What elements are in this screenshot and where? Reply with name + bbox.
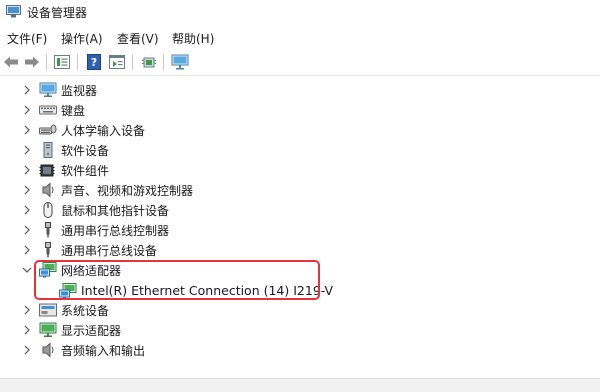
menu-help[interactable]: 帮助(H)	[172, 30, 214, 47]
chevron-down-icon[interactable]	[21, 264, 33, 276]
properties-button[interactable]	[52, 51, 72, 73]
tree-item-label: 人体学输入设备	[61, 124, 146, 138]
device-tree: 监视器 键盘 人体学输入设备 软件设备 软件组件 声音、视频和游戏控制器 鼠标和…	[0, 78, 600, 368]
usb-icon	[45, 222, 51, 238]
highlight-box	[34, 260, 320, 300]
menu-action[interactable]: 操作(A)	[61, 30, 103, 47]
chevron-right-icon[interactable]	[21, 304, 33, 316]
chevron-right-icon[interactable]	[21, 324, 33, 336]
title-bar: 设备管理器	[0, 0, 600, 24]
chevron-right-icon[interactable]	[21, 144, 33, 156]
tree-item-software-components[interactable]: 软件组件	[0, 160, 600, 180]
chevron-right-icon[interactable]	[21, 344, 33, 356]
tree-item-display-adapters[interactable]: 显示适配器	[0, 320, 600, 340]
chevron-right-icon[interactable]	[21, 84, 33, 96]
tree-item-hid[interactable]: 人体学输入设备	[0, 120, 600, 140]
tree-item-label: 软件设备	[61, 144, 110, 158]
toolbar-separator	[46, 54, 47, 70]
menu-view[interactable]: 查看(V)	[117, 30, 159, 47]
menu-file[interactable]: 文件(F)	[7, 30, 47, 47]
keyboard-icon	[39, 105, 57, 115]
display-adapter-icon	[39, 322, 57, 337]
back-button[interactable]	[1, 51, 21, 73]
tree-item-audio-io[interactable]: 音频输入和输出	[0, 340, 600, 360]
tree-item-keyboards[interactable]: 键盘	[0, 100, 600, 120]
tree-item-label: 通用串行总线控制器	[61, 224, 170, 238]
tree-item-label: 声音、视频和游戏控制器	[61, 184, 194, 198]
tree-item-label: 通用串行总线设备	[61, 244, 158, 258]
toolbar: ?	[0, 49, 600, 76]
view-icon	[109, 55, 125, 69]
back-icon	[4, 56, 18, 68]
software-device-icon	[43, 142, 53, 158]
usb-icon	[45, 242, 51, 258]
toolbar-separator	[163, 54, 164, 70]
view-button[interactable]	[107, 51, 127, 73]
chevron-right-icon[interactable]	[21, 164, 33, 176]
properties-icon	[54, 55, 70, 69]
tree-item-usb-controllers[interactable]: 通用串行总线控制器	[0, 220, 600, 240]
tree-item-usb-devices[interactable]: 通用串行总线设备	[0, 240, 600, 260]
monitor-icon	[171, 54, 189, 70]
chevron-right-icon[interactable]	[21, 124, 33, 136]
tree-item-label: 显示适配器	[61, 324, 122, 338]
monitor-button[interactable]	[170, 51, 190, 73]
menu-bar: 文件(F) 操作(A) 查看(V) 帮助(H)	[0, 27, 600, 49]
tree-item-label: 键盘	[61, 104, 86, 118]
help-icon: ?	[87, 54, 101, 70]
device-manager-icon	[6, 5, 21, 18]
chevron-right-icon[interactable]	[21, 244, 33, 256]
hid-icon	[39, 124, 57, 135]
toolbar-separator	[77, 54, 78, 70]
mouse-icon	[43, 202, 53, 218]
chevron-right-icon[interactable]	[21, 184, 33, 196]
tree-item-label: 鼠标和其他指针设备	[61, 204, 170, 218]
tree-item-monitors[interactable]: 监视器	[0, 80, 600, 100]
tree-item-label: 系统设备	[61, 304, 110, 318]
help-button[interactable]: ?	[84, 51, 104, 73]
tree-item-label: 软件组件	[61, 164, 110, 178]
scan-hardware-icon	[142, 57, 156, 68]
software-component-icon	[39, 164, 55, 177]
forward-button[interactable]	[22, 51, 42, 73]
speaker-icon	[42, 182, 54, 198]
scan-hardware-button[interactable]	[139, 51, 159, 73]
svg-text:?: ?	[91, 56, 97, 69]
tree-item-sound-video-game[interactable]: 声音、视频和游戏控制器	[0, 180, 600, 200]
speaker-icon	[42, 342, 54, 358]
tree-item-mice[interactable]: 鼠标和其他指针设备	[0, 200, 600, 220]
chevron-right-icon[interactable]	[21, 104, 33, 116]
status-bar	[0, 378, 600, 392]
tree-item-label: 监视器	[61, 84, 98, 98]
chevron-right-icon[interactable]	[21, 224, 33, 236]
monitor-icon	[39, 82, 57, 97]
chevron-right-icon[interactable]	[21, 204, 33, 216]
system-device-icon	[39, 303, 57, 317]
window-title: 设备管理器	[27, 6, 88, 20]
tree-item-system-devices[interactable]: 系统设备	[0, 300, 600, 320]
toolbar-separator	[132, 54, 133, 70]
forward-icon	[25, 56, 39, 68]
tree-item-software-devices[interactable]: 软件设备	[0, 140, 600, 160]
tree-item-label: 音频输入和输出	[61, 344, 146, 358]
